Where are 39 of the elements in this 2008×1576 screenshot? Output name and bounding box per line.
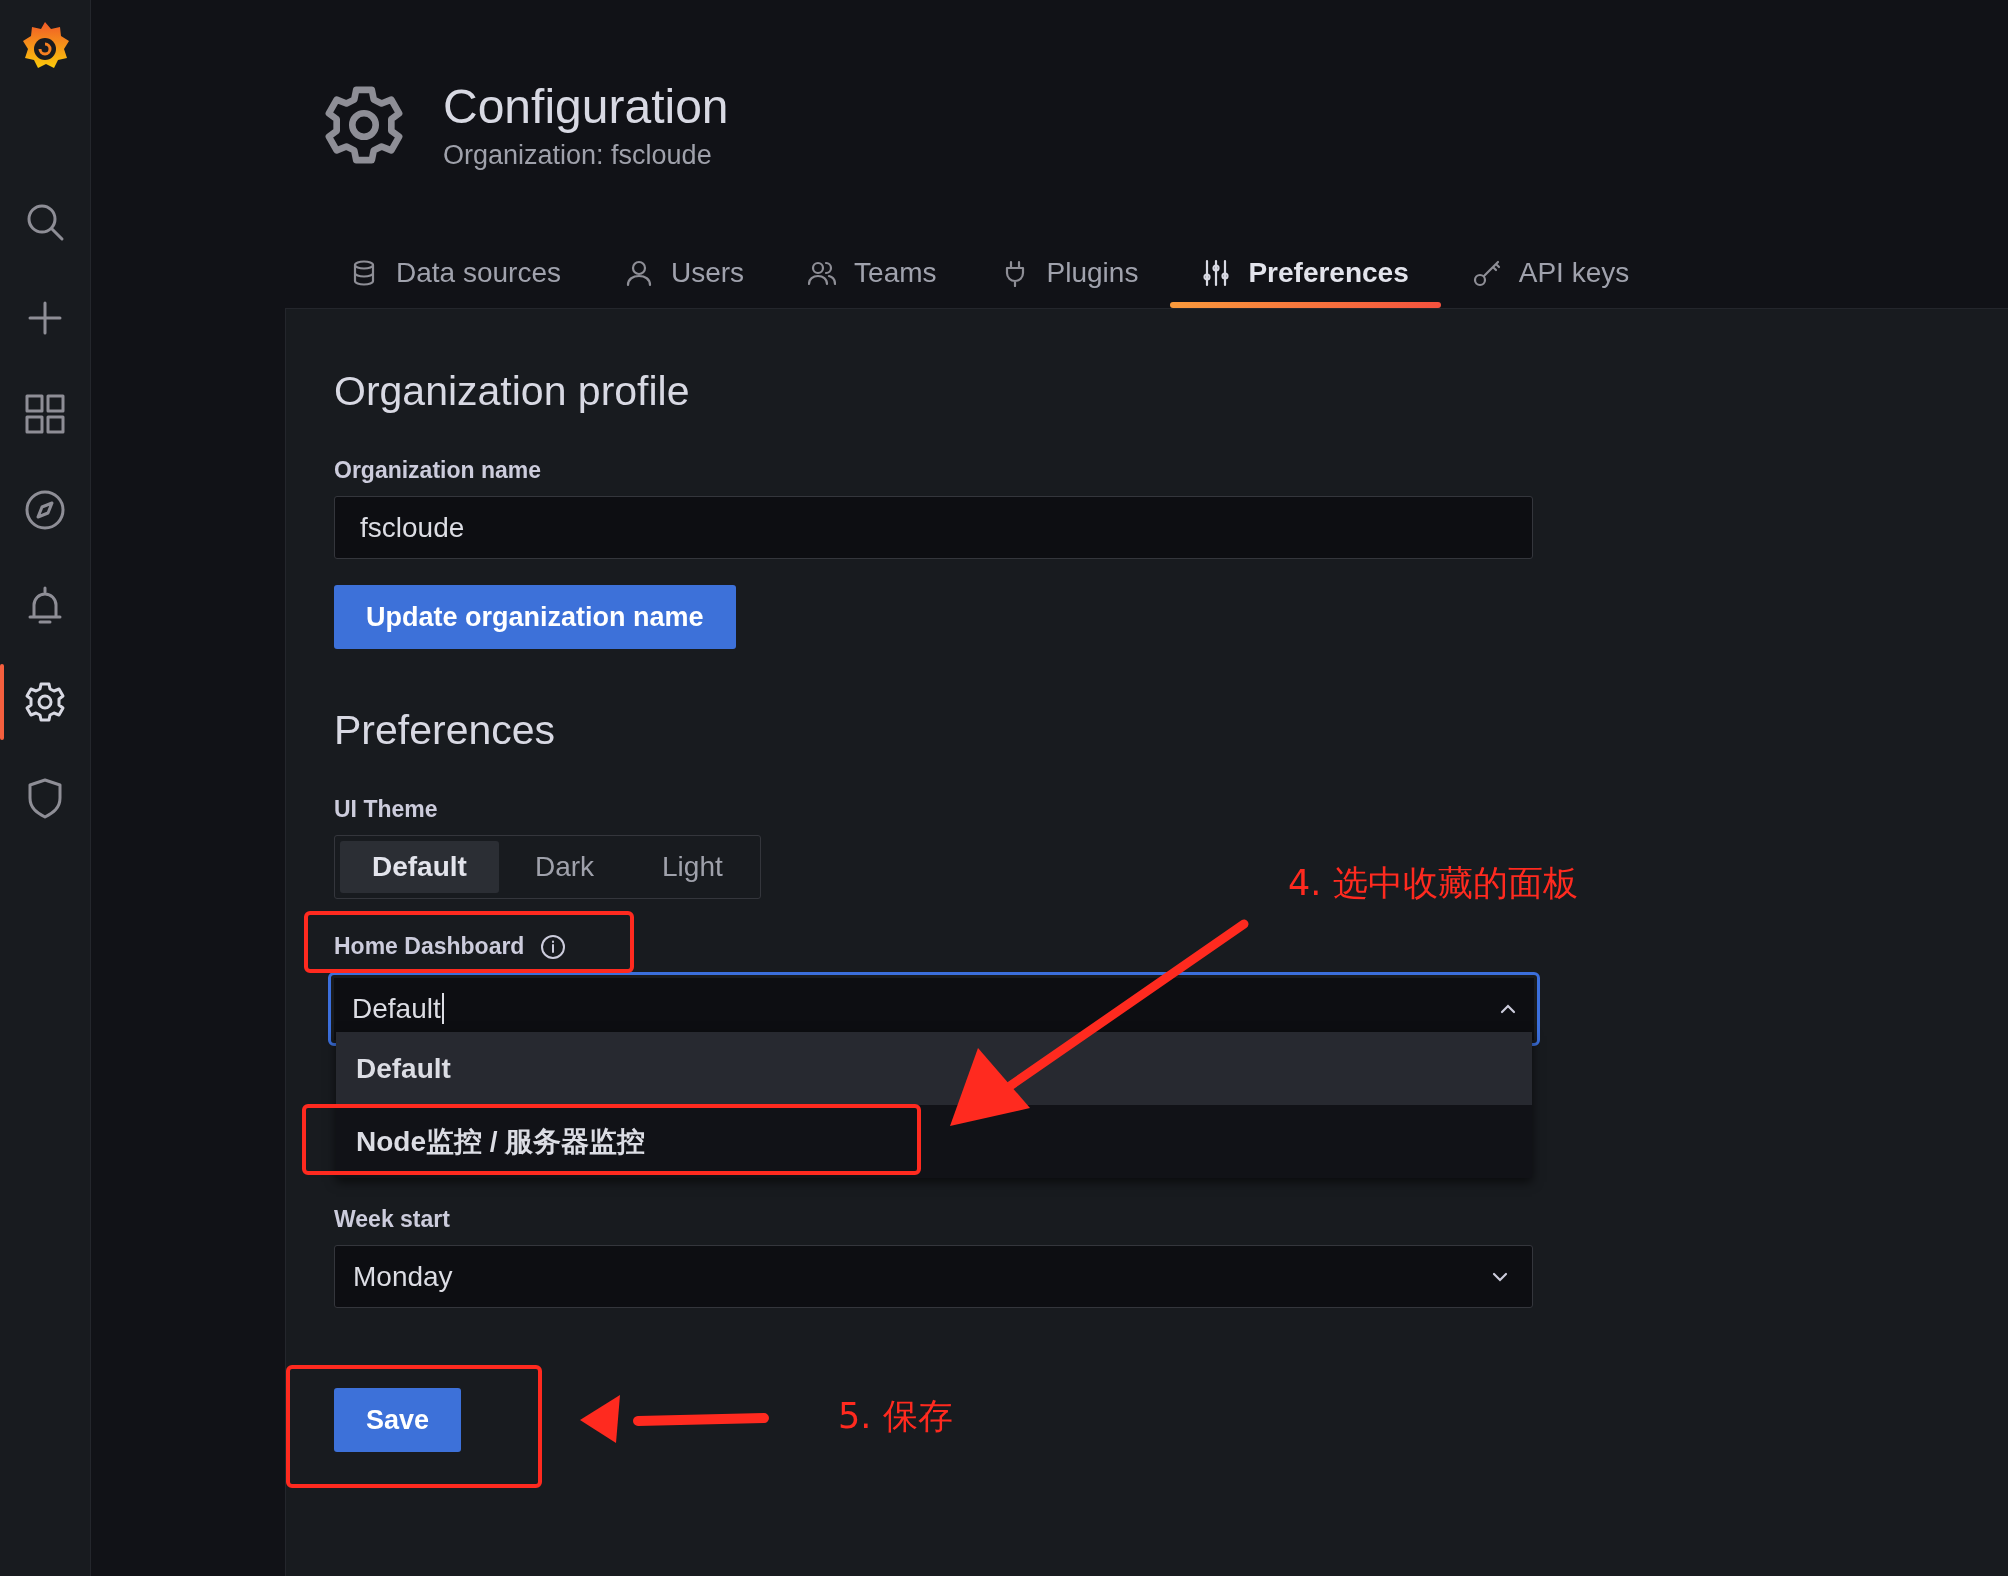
page-title: Configuration: [443, 79, 729, 134]
shield-icon[interactable]: [27, 777, 63, 819]
save-button[interactable]: Save: [334, 1388, 462, 1452]
field-label: Home Dashboard: [334, 933, 525, 960]
tab[interactable]: Preferences: [1170, 238, 1441, 308]
theme-option[interactable]: Light: [630, 841, 755, 893]
compass-icon[interactable]: [24, 489, 66, 531]
user-icon: [624, 259, 653, 287]
key-icon: [1472, 259, 1501, 287]
tab[interactable]: Data sources: [318, 238, 593, 308]
field-label: Organization name: [334, 457, 542, 484]
sliders-icon: [1202, 259, 1231, 287]
section-heading: Organization profile: [334, 368, 690, 415]
tab[interactable]: Plugins: [968, 238, 1171, 308]
info-icon[interactable]: [540, 933, 567, 960]
settings-icon[interactable]: [24, 681, 66, 723]
field-label: UI Theme: [334, 796, 438, 823]
annotation-text: 5. 保存: [838, 1395, 953, 1438]
tab[interactable]: Teams: [776, 238, 969, 308]
field-label: Week start: [334, 1206, 450, 1233]
plus-icon[interactable]: [27, 300, 63, 336]
chevron-up-icon[interactable]: [1500, 1004, 1516, 1014]
dashboards-icon[interactable]: [25, 394, 65, 434]
tab[interactable]: Users: [592, 238, 777, 308]
theme-option[interactable]: Dark: [502, 841, 627, 893]
search-icon[interactable]: [25, 202, 65, 242]
dropdown-option[interactable]: Default: [336, 1032, 1532, 1105]
update-organization-name-button[interactable]: Update organization name: [334, 585, 736, 649]
settings-icon: [323, 84, 405, 166]
organization-name-field[interactable]: fscloude: [334, 496, 1533, 559]
page-subtitle: Organization: fscloude: [443, 140, 713, 171]
bell-icon[interactable]: [27, 585, 63, 627]
tab[interactable]: API keys: [1440, 238, 1662, 308]
chevron-down-icon[interactable]: [1492, 1271, 1508, 1282]
users-icon: [808, 259, 837, 287]
theme-option[interactable]: Default: [340, 841, 499, 893]
section-heading: Preferences: [334, 707, 556, 754]
week-start-select[interactable]: Monday: [334, 1245, 1533, 1308]
annotation-text: 4. 选中收藏的面板: [1288, 862, 1578, 905]
